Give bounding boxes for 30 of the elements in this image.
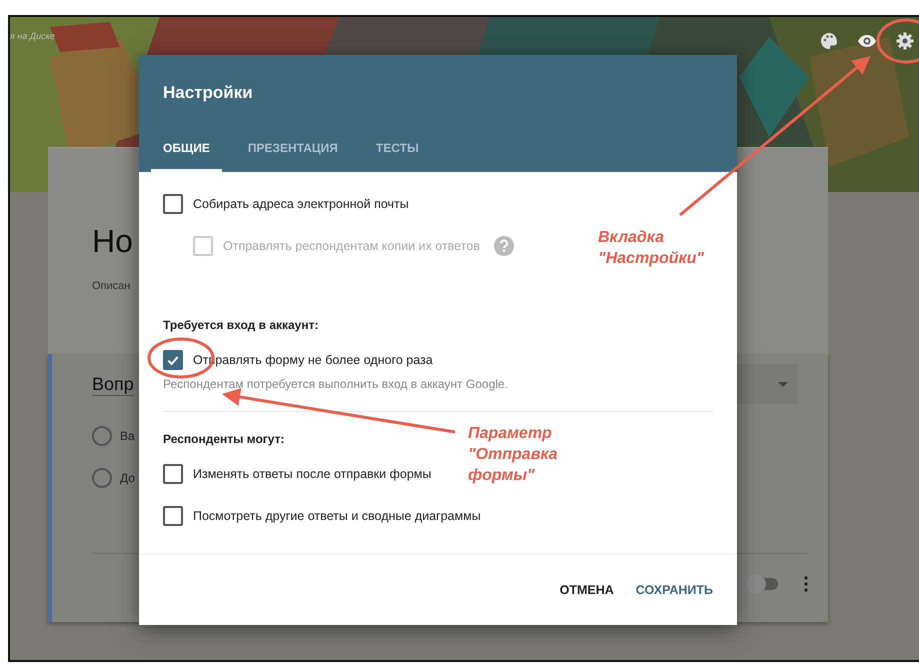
more-icon[interactable] — [804, 576, 808, 592]
checkbox-label[interactable]: Посмотреть другие ответы и сводные диаграммы — [193, 509, 481, 523]
option-label: До — [120, 471, 135, 485]
checkbox[interactable] — [163, 194, 183, 214]
save-button[interactable]: СОХРАНИТЬ — [628, 575, 721, 605]
section-heading: Требуется вход в аккаунт: — [163, 318, 318, 332]
tab[interactable]: ПРЕЗЕНТАЦИЯ — [236, 141, 350, 172]
cancel-button[interactable]: ОТМЕНА — [552, 575, 622, 605]
radio-button[interactable] — [92, 426, 112, 446]
annotation-text: Параметр "Отправка формы" — [468, 424, 558, 486]
caret-icon — [778, 382, 788, 386]
section-heading: Респонденты могут: — [163, 432, 284, 446]
form-title[interactable]: Но — [92, 223, 133, 260]
tab[interactable]: ОБЩИЕ — [151, 141, 222, 172]
checkbox[interactable] — [163, 350, 183, 370]
settings-icon[interactable] — [895, 31, 915, 51]
annotation-text: Вкладка "Настройки" — [598, 228, 704, 269]
hint-text: Респондентам потребуется выполнить вход в аккаунт Google. — [163, 377, 508, 391]
tab[interactable]: ТЕСТЫ — [364, 141, 431, 172]
checkbox-label[interactable]: Собирать адреса электронной почты — [193, 197, 409, 211]
checkbox[interactable] — [163, 506, 183, 526]
form-description[interactable]: Описан — [92, 280, 130, 292]
checkbox[interactable] — [163, 464, 183, 484]
dialog-title: Настройки — [163, 83, 253, 103]
option-label: Ва — [120, 429, 135, 443]
checkbox-label[interactable]: Изменять ответы после отправки формы — [193, 467, 432, 481]
question-title[interactable]: Вопр — [92, 374, 134, 396]
palette-icon[interactable] — [819, 31, 839, 51]
radio-button[interactable] — [92, 468, 112, 488]
save-status: я на Диске — [10, 31, 55, 41]
